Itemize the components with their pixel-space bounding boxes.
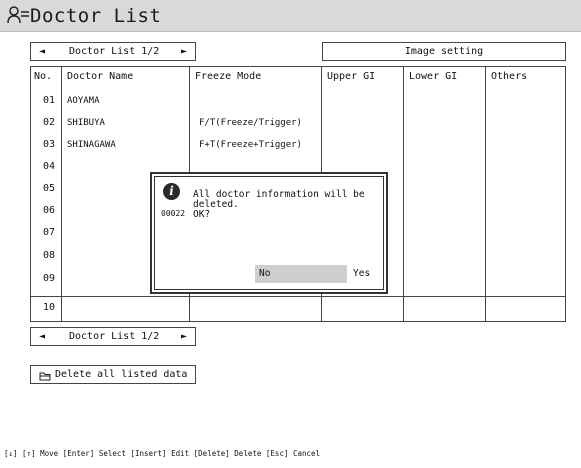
header-upper-gi: Upper GI [327,71,376,82]
pager-label: Doctor List 1/2 [69,46,160,57]
title-bar: Doctor List [0,0,581,32]
prev-page-icon[interactable]: ◄ [39,43,45,60]
dialog-frame: i 00022 All doctor information will be d… [154,176,384,290]
table-row[interactable]: 02 SHIBUYA F/T(Freeze/Trigger) [31,116,565,133]
row-doctor-name: SHIBUYA [67,118,105,128]
header-doctor-name: Doctor Name [67,71,134,82]
message-code: 00022 [161,209,186,218]
row-number: 09 [42,273,55,284]
prev-page-icon[interactable]: ◄ [39,328,45,345]
header-others: Others [491,71,528,82]
row-freeze-mode: F+T(Freeze+Trigger) [199,140,302,150]
row-number: 04 [42,161,55,172]
doctor-list-pager-bottom[interactable]: ◄ Doctor List 1/2 ► [30,327,196,346]
row-number: 10 [42,302,55,313]
dialog-message: All doctor information will be deleted. … [193,189,365,220]
row-freeze-mode: F/T(Freeze/Trigger) [199,118,302,128]
yes-button[interactable]: Yes [353,265,383,283]
row-number: 05 [42,183,55,194]
row-number: 01 [42,95,55,106]
row-doctor-name: SHINAGAWA [67,140,116,150]
table-row[interactable]: 03 SHINAGAWA F+T(Freeze+Trigger) [31,138,565,155]
row-number: 08 [42,250,55,261]
info-icon: i [163,183,180,200]
delete-all-button[interactable]: Delete all listed data [30,365,196,384]
status-bar: [↓] [↑] Move [Enter] Select [Insert] Edi… [4,449,321,458]
page-title: Doctor List [30,5,162,27]
next-page-icon[interactable]: ► [181,43,187,60]
row-number: 07 [42,227,55,238]
confirm-delete-dialog: i 00022 All doctor information will be d… [150,172,388,294]
row-number: 06 [42,205,55,216]
table-row[interactable]: 10 [31,297,565,321]
image-setting-button[interactable]: Image setting [322,42,566,61]
folder-icon [39,370,51,381]
doctor-list-pager-top[interactable]: ◄ Doctor List 1/2 ► [30,42,196,61]
delete-all-label: Delete all listed data [55,369,188,380]
row-number: 03 [42,139,55,150]
header-no: No. [34,71,53,82]
row-number: 02 [42,117,55,128]
next-page-icon[interactable]: ► [181,328,187,345]
doctor-list-icon [6,5,32,27]
row-doctor-name: AOYAMA [67,96,100,106]
header-lower-gi: Lower GI [409,71,458,82]
no-button[interactable]: No [255,265,347,283]
header-freeze-mode: Freeze Mode [195,71,262,82]
pager-label: Doctor List 1/2 [69,331,160,342]
table-row[interactable]: 01 AOYAMA [31,94,565,111]
image-setting-label: Image setting [404,46,484,57]
